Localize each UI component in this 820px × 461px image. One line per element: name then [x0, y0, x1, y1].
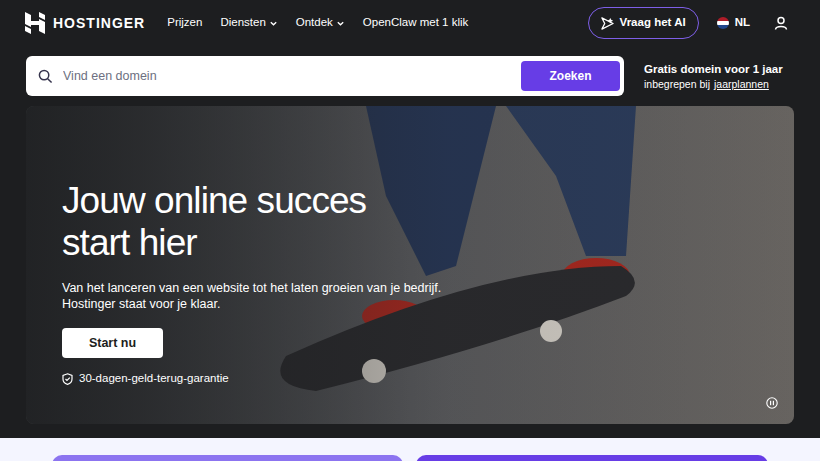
nav-item[interactable]: Diensten	[220, 14, 277, 31]
domain-search-bar: Zoeken	[26, 56, 624, 96]
nav-item[interactable]: OpenClaw met 1 klik	[363, 14, 468, 31]
hero-banner: Jouw online succes start hier Van het lan…	[26, 106, 794, 424]
pause-icon[interactable]	[766, 397, 778, 409]
netherlands-flag-icon	[717, 17, 729, 29]
chevron-down-icon[interactable]	[269, 19, 278, 28]
guarantee: 30-dagen-geld-terug-garantie	[62, 370, 794, 387]
ask-ai-button[interactable]: Vraag het AI	[588, 7, 699, 38]
nav-label[interactable]: Ontdek	[296, 14, 333, 31]
domain-search-input[interactable]	[63, 67, 511, 86]
search-button[interactable]: Zoeken	[521, 61, 620, 91]
ask-ai-label: Vraag het AI	[620, 14, 686, 31]
hostinger-logo-icon[interactable]	[25, 12, 45, 34]
language-switch[interactable]: NL	[717, 14, 750, 31]
logo[interactable]: HOSTINGER	[25, 12, 145, 34]
language-label: NL	[735, 14, 750, 31]
sparkle-icon	[601, 17, 614, 30]
start-button[interactable]: Start nu	[62, 328, 163, 358]
product-card	[416, 455, 768, 461]
promo-link[interactable]: jaarplannen	[714, 77, 769, 92]
search-icon	[38, 69, 53, 84]
nav-label[interactable]: Diensten	[220, 14, 265, 31]
nav-label[interactable]: Prijzen	[167, 14, 202, 31]
nav-item[interactable]: Ontdek	[296, 14, 345, 31]
product-card	[52, 455, 403, 461]
hero-title: Jouw online succes start hier	[62, 180, 422, 264]
shield-icon	[62, 373, 73, 385]
hero-content: Jouw online succes start hier Van het lan…	[26, 106, 794, 387]
nav-item[interactable]: Prijzen	[167, 14, 202, 31]
guarantee-text: 30-dagen-geld-terug-garantie	[79, 370, 229, 387]
logo-text[interactable]: HOSTINGER	[53, 13, 145, 34]
promo-text: inbegrepen bij	[644, 77, 710, 92]
products-section	[0, 438, 820, 461]
user-icon[interactable]	[774, 16, 788, 30]
top-nav: HOSTINGER Prijzen Diensten Ontdek OpenClaw m…	[0, 0, 820, 46]
promo-title: Gratis domein voor 1 jaar	[644, 61, 794, 77]
nav-label[interactable]: OpenClaw met 1 klik	[363, 14, 468, 31]
nav-menu: Prijzen Diensten Ontdek OpenClaw met 1 klik	[167, 14, 468, 31]
search-row: Zoeken Gratis domein voor 1 jaarinbegrepe…	[0, 56, 820, 96]
hero-text: Van het lanceren van een website tot het…	[62, 280, 452, 312]
free-domain-promo: Gratis domein voor 1 jaarinbegrepen bij j…	[644, 61, 794, 92]
chevron-down-icon[interactable]	[336, 19, 345, 28]
